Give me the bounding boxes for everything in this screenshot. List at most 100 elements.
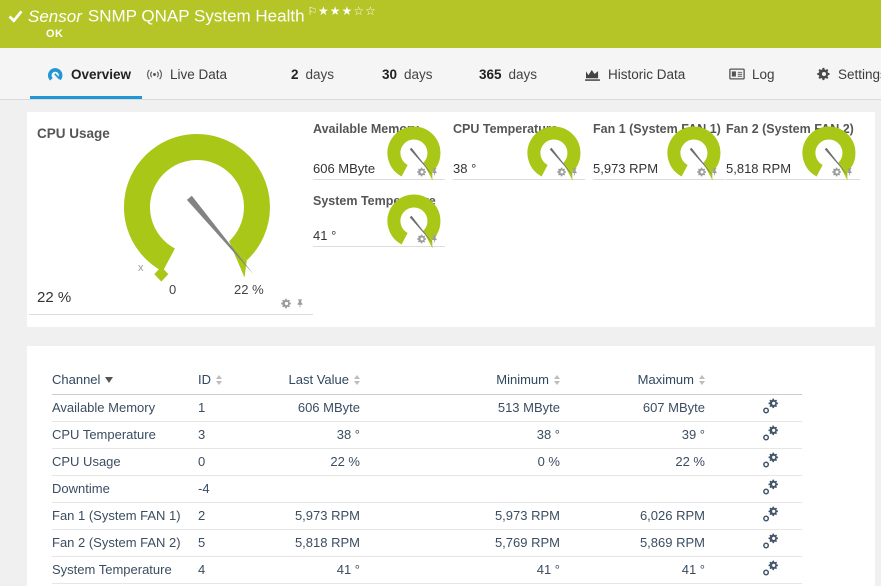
broadcast-icon (146, 68, 163, 81)
last-value: 5,973 RPM (256, 502, 360, 530)
channel-settings-icon[interactable] (762, 398, 780, 415)
tab-overview[interactable]: Overview (47, 48, 131, 100)
sensor-status-bar: Sensor SNMP QNAP System Health ⚐ ★★★☆☆ OK (0, 0, 881, 48)
tab-label: Historic Data (608, 66, 686, 82)
gauge-min-marker: x (138, 262, 144, 274)
channel-name: System Temperature (52, 556, 198, 584)
column-header-id[interactable]: ID (198, 372, 222, 387)
maximum-value (560, 475, 705, 503)
channel-id: -4 (198, 475, 256, 503)
column-label: ID (198, 372, 211, 388)
column-header-last-value[interactable]: Last Value (289, 372, 360, 387)
column-label: Maximum (637, 372, 694, 388)
last-value: 5,818 RPM (256, 529, 360, 557)
gauge-scale-end: 22 % (234, 282, 264, 297)
channel-name: CPU Usage (52, 448, 198, 476)
last-value: 38 ° (256, 421, 360, 449)
channel-settings-icon[interactable] (762, 479, 780, 496)
gauge-system-temperature: System Temperature 41 ° (313, 192, 445, 247)
gauge-fan-2: Fan 2 (System FAN 2) 5,818 RPM (726, 120, 860, 180)
column-label: Last Value (288, 372, 349, 388)
pin-icon[interactable] (845, 167, 854, 177)
tab-2-days[interactable]: 2 days (291, 48, 334, 100)
gear-icon[interactable] (832, 167, 842, 177)
maximum-value: 6,026 RPM (560, 502, 705, 530)
sort-icon (354, 374, 360, 385)
column-header-minimum[interactable]: Minimum (496, 372, 560, 387)
minimum-value: 41 ° (360, 556, 560, 584)
table-row: Downtime -4 (52, 475, 802, 503)
tab-label: days (305, 66, 335, 82)
maximum-value: 39 ° (560, 421, 705, 449)
column-header-channel[interactable]: Channel (52, 372, 114, 388)
last-value: 606 MByte (256, 394, 360, 422)
gauge-value: 5,973 RPM (593, 161, 659, 176)
area-chart-icon (584, 68, 601, 81)
tab-historic-data[interactable]: Historic Data (584, 48, 685, 100)
gauge-available-memory: Available Memory 606 MByte (313, 120, 445, 180)
status-check-icon (7, 8, 24, 25)
pin-icon[interactable] (430, 234, 439, 244)
tab-live-data[interactable]: Live Data (146, 48, 227, 100)
tab-label: days (508, 66, 538, 82)
channel-name: Available Memory (52, 394, 198, 422)
column-label: Channel (52, 372, 101, 388)
sort-icon (216, 374, 222, 385)
minimum-value (360, 475, 560, 503)
minimum-value: 0 % (360, 448, 560, 476)
channel-settings-icon[interactable] (762, 506, 780, 523)
maximum-value: 22 % (560, 448, 705, 476)
table-header-row: Channel ID Last Value Minimum Maximum (52, 366, 802, 395)
channel-settings-icon[interactable] (762, 560, 780, 577)
active-tab-indicator (30, 96, 142, 99)
gauge-icon (47, 66, 64, 83)
last-value: 22 % (256, 448, 360, 476)
minimum-value: 513 MByte (360, 394, 560, 422)
gear-icon[interactable] (697, 167, 707, 177)
maximum-value: 41 ° (560, 556, 705, 584)
minimum-value: 5,769 RPM (360, 529, 560, 557)
pin-icon[interactable] (570, 167, 579, 177)
tab-label: Overview (71, 66, 132, 82)
tab-30-days[interactable]: 30 days (382, 48, 433, 100)
channel-settings-icon[interactable] (762, 533, 780, 550)
tab-log[interactable]: Log (729, 48, 775, 100)
pin-icon[interactable] (710, 167, 719, 177)
gauge-fan-1: Fan 1 (System FAN 1) 5,973 RPM (593, 120, 725, 180)
channel-id: 5 (198, 529, 256, 557)
gear-icon[interactable] (417, 167, 427, 177)
mini-gauge-dial (383, 126, 449, 190)
cpu-usage-gauge-dial: x (123, 134, 270, 282)
mini-gauge-dial (383, 194, 449, 258)
pin-icon[interactable] (430, 167, 439, 177)
gear-icon[interactable] (281, 298, 292, 309)
channels-table: Channel ID Last Value Minimum Maximum Av… (52, 366, 802, 584)
last-value (256, 475, 360, 503)
priority-stars[interactable]: ★★★☆☆ (318, 4, 377, 18)
table-row: Fan 1 (System FAN 1) 2 5,973 RPM 5,973 R… (52, 502, 802, 530)
table-row: CPU Usage 0 22 % 0 % 22 % (52, 448, 802, 476)
channel-id: 4 (198, 556, 256, 584)
gear-icon (817, 67, 831, 81)
sort-icon (699, 374, 705, 385)
gauge-value: 38 ° (453, 161, 477, 176)
column-label: Minimum (496, 372, 549, 388)
sensor-name: SNMP QNAP System Health (87, 6, 305, 26)
tab-365-days[interactable]: 365 days (479, 48, 537, 100)
column-header-maximum[interactable]: Maximum (638, 372, 705, 387)
gauge-scale-start: 0 (169, 282, 177, 297)
gear-icon[interactable] (557, 167, 567, 177)
channel-settings-icon[interactable] (762, 452, 780, 469)
channel-name: CPU Temperature (52, 421, 198, 449)
tab-settings[interactable]: Settings (817, 48, 881, 100)
channel-id: 3 (198, 421, 256, 449)
channel-id: 0 (198, 448, 256, 476)
channel-name: Fan 2 (System FAN 2) (52, 529, 198, 557)
flag-icon[interactable]: ⚐ (308, 6, 318, 18)
table-row: CPU Temperature 3 38 ° 38 ° 39 ° (52, 421, 802, 449)
pin-icon[interactable] (295, 298, 305, 309)
channel-settings-icon[interactable] (762, 425, 780, 442)
table-row: Fan 2 (System FAN 2) 5 5,818 RPM 5,769 R… (52, 529, 802, 557)
mini-gauge-dial (523, 126, 589, 190)
gear-icon[interactable] (417, 234, 427, 244)
